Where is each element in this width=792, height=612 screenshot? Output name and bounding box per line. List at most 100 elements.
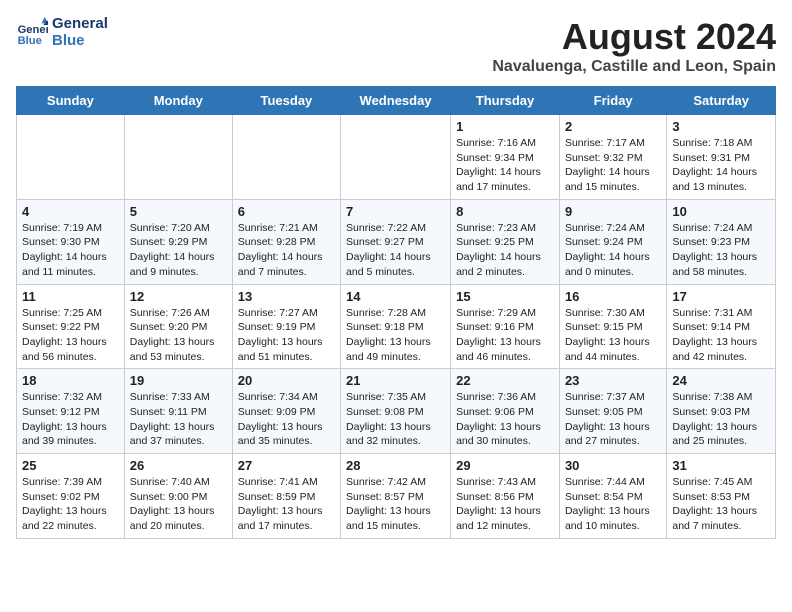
svg-text:General: General <box>18 24 48 36</box>
col-header-tuesday: Tuesday <box>232 87 340 115</box>
calendar-cell: 26 Sunrise: 7:40 AM Sunset: 9:00 PM Dayli… <box>124 454 232 539</box>
calendar-cell: 3 Sunrise: 7:18 AM Sunset: 9:31 PM Daylig… <box>667 115 776 200</box>
day-info: Sunrise: 7:39 AM Sunset: 9:02 PM Dayligh… <box>22 475 119 534</box>
calendar-cell: 17 Sunrise: 7:31 AM Sunset: 9:14 PM Dayli… <box>667 284 776 369</box>
day-number: 7 <box>346 204 445 219</box>
col-header-wednesday: Wednesday <box>341 87 451 115</box>
day-number: 9 <box>565 204 661 219</box>
day-info: Sunrise: 7:33 AM Sunset: 9:11 PM Dayligh… <box>130 390 227 449</box>
day-info: Sunrise: 7:43 AM Sunset: 8:56 PM Dayligh… <box>456 475 554 534</box>
calendar-cell: 15 Sunrise: 7:29 AM Sunset: 9:16 PM Dayli… <box>451 284 560 369</box>
day-info: Sunrise: 7:30 AM Sunset: 9:15 PM Dayligh… <box>565 306 661 365</box>
calendar-cell: 23 Sunrise: 7:37 AM Sunset: 9:05 PM Dayli… <box>559 369 666 454</box>
calendar-cell: 14 Sunrise: 7:28 AM Sunset: 9:18 PM Dayli… <box>341 284 451 369</box>
calendar-cell <box>232 115 340 200</box>
day-number: 8 <box>456 204 554 219</box>
calendar-cell: 2 Sunrise: 7:17 AM Sunset: 9:32 PM Daylig… <box>559 115 666 200</box>
day-info: Sunrise: 7:37 AM Sunset: 9:05 PM Dayligh… <box>565 390 661 449</box>
day-info: Sunrise: 7:31 AM Sunset: 9:14 PM Dayligh… <box>672 306 770 365</box>
col-header-monday: Monday <box>124 87 232 115</box>
day-number: 13 <box>238 289 335 304</box>
calendar-cell: 9 Sunrise: 7:24 AM Sunset: 9:24 PM Daylig… <box>559 199 666 284</box>
day-info: Sunrise: 7:41 AM Sunset: 8:59 PM Dayligh… <box>238 475 335 534</box>
calendar-cell: 21 Sunrise: 7:35 AM Sunset: 9:08 PM Dayli… <box>341 369 451 454</box>
day-number: 17 <box>672 289 770 304</box>
day-info: Sunrise: 7:18 AM Sunset: 9:31 PM Dayligh… <box>672 136 770 195</box>
calendar-cell: 30 Sunrise: 7:44 AM Sunset: 8:54 PM Dayli… <box>559 454 666 539</box>
calendar-cell: 6Sunrise: 7:21 AM Sunset: 9:28 PM Daylig… <box>232 199 340 284</box>
day-info: Sunrise: 7:35 AM Sunset: 9:08 PM Dayligh… <box>346 390 445 449</box>
calendar-cell: 11 Sunrise: 7:25 AM Sunset: 9:22 PM Dayli… <box>17 284 125 369</box>
calendar-cell: 31Sunrise: 7:45 AM Sunset: 8:53 PM Dayli… <box>667 454 776 539</box>
day-info: Sunrise: 7:38 AM Sunset: 9:03 PM Dayligh… <box>672 390 770 449</box>
calendar-cell <box>341 115 451 200</box>
day-info: Sunrise: 7:28 AM Sunset: 9:18 PM Dayligh… <box>346 306 445 365</box>
calendar-cell: 4Sunrise: 7:19 AM Sunset: 9:30 PM Daylig… <box>17 199 125 284</box>
day-info: Sunrise: 7:40 AM Sunset: 9:00 PM Dayligh… <box>130 475 227 534</box>
col-header-thursday: Thursday <box>451 87 560 115</box>
col-header-sunday: Sunday <box>17 87 125 115</box>
day-number: 15 <box>456 289 554 304</box>
day-number: 6 <box>238 204 335 219</box>
calendar-cell: 25 Sunrise: 7:39 AM Sunset: 9:02 PM Dayli… <box>17 454 125 539</box>
calendar-cell: 12 Sunrise: 7:26 AM Sunset: 9:20 PM Dayli… <box>124 284 232 369</box>
day-number: 25 <box>22 458 119 473</box>
day-info: Sunrise: 7:26 AM Sunset: 9:20 PM Dayligh… <box>130 306 227 365</box>
day-number: 11 <box>22 289 119 304</box>
day-number: 2 <box>565 119 661 134</box>
calendar-cell: 27 Sunrise: 7:41 AM Sunset: 8:59 PM Dayli… <box>232 454 340 539</box>
calendar-cell: 1Sunrise: 7:16 AM Sunset: 9:34 PM Daylig… <box>451 115 560 200</box>
calendar-cell: 10 Sunrise: 7:24 AM Sunset: 9:23 PM Dayli… <box>667 199 776 284</box>
day-info: Sunrise: 7:42 AM Sunset: 8:57 PM Dayligh… <box>346 475 445 534</box>
col-header-friday: Friday <box>559 87 666 115</box>
calendar-table: SundayMondayTuesdayWednesdayThursdayFrid… <box>16 86 776 539</box>
calendar-cell: 29 Sunrise: 7:43 AM Sunset: 8:56 PM Dayli… <box>451 454 560 539</box>
day-info: Sunrise: 7:23 AM Sunset: 9:25 PM Dayligh… <box>456 221 554 280</box>
day-number: 21 <box>346 373 445 388</box>
day-info: Sunrise: 7:17 AM Sunset: 9:32 PM Dayligh… <box>565 136 661 195</box>
day-number: 16 <box>565 289 661 304</box>
day-info: Sunrise: 7:24 AM Sunset: 9:24 PM Dayligh… <box>565 221 661 280</box>
day-number: 26 <box>130 458 227 473</box>
month-year: August 2024 <box>492 16 776 58</box>
day-number: 31 <box>672 458 770 473</box>
location: Navaluenga, Castille and Leon, Spain <box>492 58 776 76</box>
day-number: 4 <box>22 204 119 219</box>
day-number: 12 <box>130 289 227 304</box>
day-number: 10 <box>672 204 770 219</box>
day-number: 19 <box>130 373 227 388</box>
calendar-cell: 13Sunrise: 7:27 AM Sunset: 9:19 PM Dayli… <box>232 284 340 369</box>
day-info: Sunrise: 7:24 AM Sunset: 9:23 PM Dayligh… <box>672 221 770 280</box>
calendar-cell: 22 Sunrise: 7:36 AM Sunset: 9:06 PM Dayli… <box>451 369 560 454</box>
logo-line1: General <box>52 16 108 33</box>
day-number: 18 <box>22 373 119 388</box>
day-number: 23 <box>565 373 661 388</box>
day-number: 30 <box>565 458 661 473</box>
calendar-cell: 5Sunrise: 7:20 AM Sunset: 9:29 PM Daylig… <box>124 199 232 284</box>
logo-icon: General Blue <box>16 17 48 49</box>
day-info: Sunrise: 7:44 AM Sunset: 8:54 PM Dayligh… <box>565 475 661 534</box>
svg-text:Blue: Blue <box>18 35 42 47</box>
col-header-saturday: Saturday <box>667 87 776 115</box>
day-number: 20 <box>238 373 335 388</box>
day-info: Sunrise: 7:29 AM Sunset: 9:16 PM Dayligh… <box>456 306 554 365</box>
day-info: Sunrise: 7:25 AM Sunset: 9:22 PM Dayligh… <box>22 306 119 365</box>
logo: General Blue General Blue <box>16 16 108 49</box>
day-info: Sunrise: 7:36 AM Sunset: 9:06 PM Dayligh… <box>456 390 554 449</box>
day-info: Sunrise: 7:34 AM Sunset: 9:09 PM Dayligh… <box>238 390 335 449</box>
day-number: 3 <box>672 119 770 134</box>
day-number: 24 <box>672 373 770 388</box>
day-number: 5 <box>130 204 227 219</box>
day-number: 27 <box>238 458 335 473</box>
title-block: August 2024 Navaluenga, Castille and Leo… <box>492 16 776 76</box>
day-info: Sunrise: 7:22 AM Sunset: 9:27 PM Dayligh… <box>346 221 445 280</box>
calendar-cell: 8 Sunrise: 7:23 AM Sunset: 9:25 PM Daylig… <box>451 199 560 284</box>
day-info: Sunrise: 7:32 AM Sunset: 9:12 PM Dayligh… <box>22 390 119 449</box>
day-number: 14 <box>346 289 445 304</box>
day-number: 29 <box>456 458 554 473</box>
calendar-cell: 18 Sunrise: 7:32 AM Sunset: 9:12 PM Dayli… <box>17 369 125 454</box>
logo-line2: Blue <box>52 33 108 50</box>
day-number: 22 <box>456 373 554 388</box>
day-info: Sunrise: 7:16 AM Sunset: 9:34 PM Dayligh… <box>456 136 554 195</box>
calendar-cell: 20 Sunrise: 7:34 AM Sunset: 9:09 PM Dayli… <box>232 369 340 454</box>
